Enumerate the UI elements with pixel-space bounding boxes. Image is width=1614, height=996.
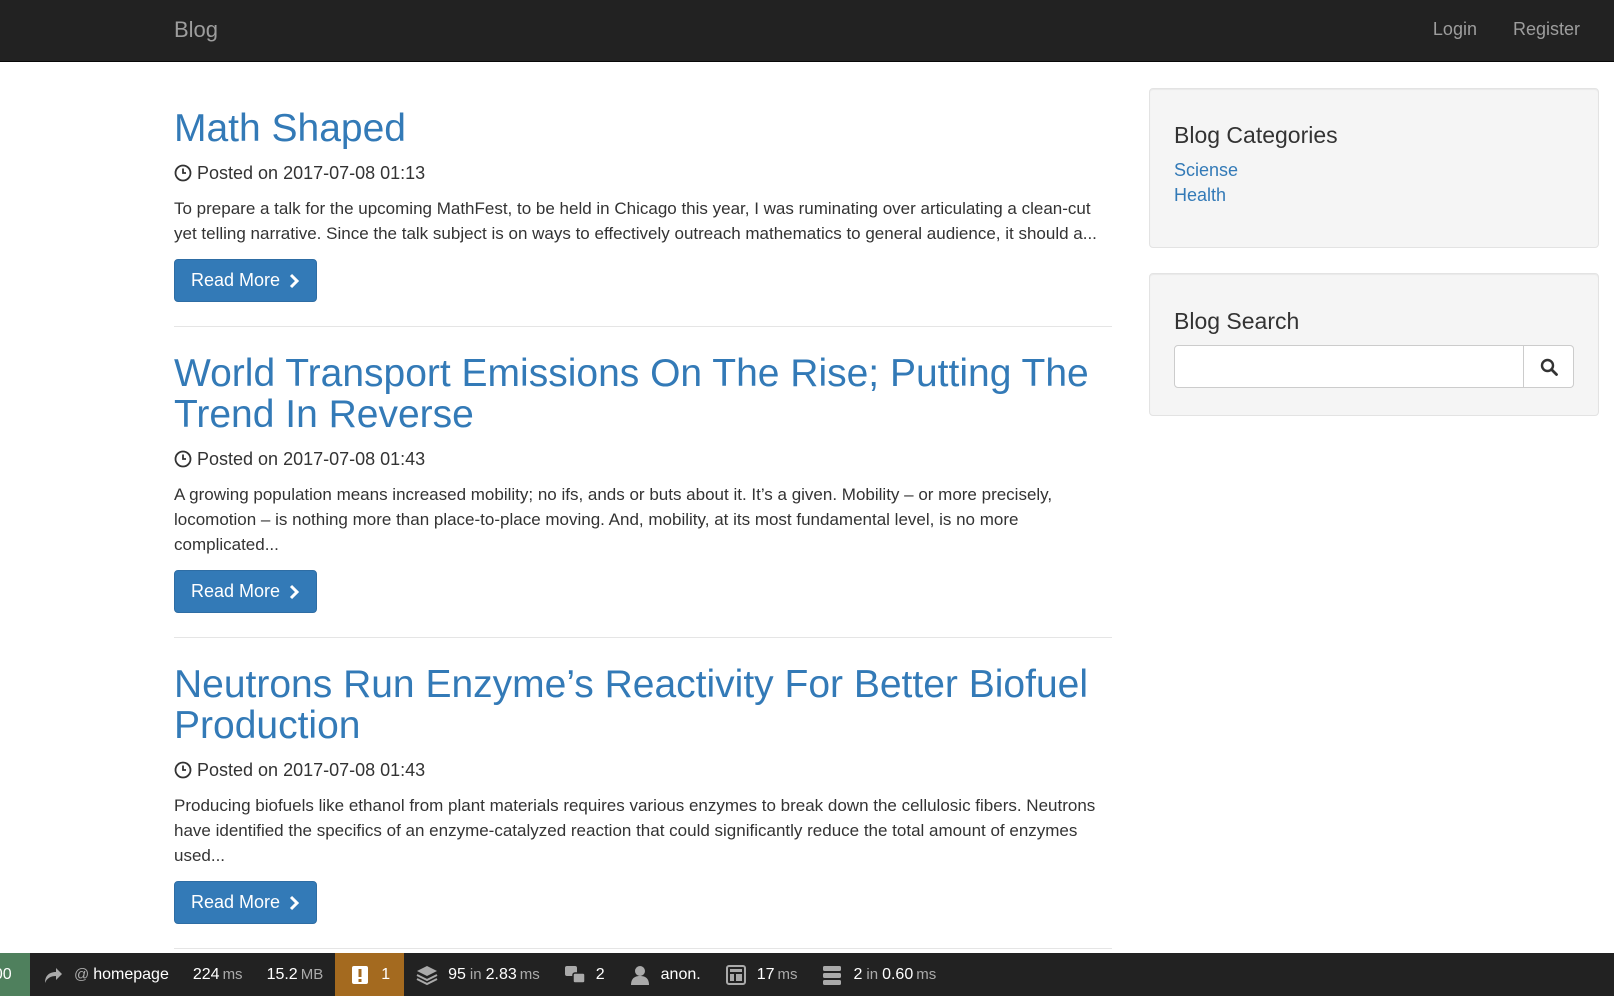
warnings-count: 1 [381,965,391,983]
read-more-button[interactable]: Read More [174,570,318,613]
request-time: 224 [192,965,220,983]
translation-count: 2 [595,965,605,983]
category-list: Sciense Health [1174,158,1574,208]
translation-icon [564,965,586,984]
chevron-right-icon [289,273,300,288]
post-date: Posted on 2017-07-08 01:43 [197,449,426,469]
categories-widget: Blog Categories Sciense Health [1149,88,1599,248]
route-name: homepage [93,965,169,983]
post-list: Math Shaped Posted on 2017-07-08 01:13 T… [174,62,1112,949]
login-link[interactable]: Login [1415,0,1495,62]
post-item: World Transport Emissions On The Rise; P… [174,327,1112,638]
post-item: Neutrons Run Enzyme’s Reactivity For Bet… [174,638,1112,949]
cache-calls: 2 [853,965,863,983]
route-panel[interactable]: @ homepage [30,953,181,996]
time-unit: ms [222,966,243,983]
brand-link[interactable]: Blog [174,17,218,43]
debug-toolbar: 200 @ homepage 224 ms 15.2 MB 1 95 in 2.… [0,953,1614,996]
translation-panel[interactable]: 2 [552,953,617,996]
template-icon [725,964,746,985]
db-time: 2.83 [485,965,517,983]
chevron-right-icon [289,895,300,910]
clock-icon [174,164,192,182]
read-more-label: Read More [191,581,281,601]
server-stack-icon [823,965,842,985]
search-button[interactable] [1524,345,1574,388]
search-input[interactable] [1174,345,1525,388]
post-excerpt: A growing population means increased mob… [174,485,1053,554]
read-more-button[interactable]: Read More [174,259,318,302]
search-widget: Blog Search [1149,273,1599,416]
memory-usage: 15.2 [266,965,298,983]
read-more-label: Read More [191,270,281,290]
read-more-label: Read More [191,892,281,912]
post-title-link[interactable]: World Transport Emissions On The Rise; P… [174,353,1112,435]
post-excerpt: To prepare a talk for the upcoming MathF… [174,199,1097,243]
post-date: Posted on 2017-07-08 01:43 [197,760,426,780]
user-panel[interactable]: anon. [617,953,713,996]
category-link[interactable]: Sciense [1174,158,1574,183]
user-name: anon. [660,965,701,983]
db-query-count: 95 [448,965,466,983]
post-item: Math Shaped Posted on 2017-07-08 01:13 T… [174,62,1112,327]
search-heading: Blog Search [1174,308,1300,334]
twig-time: 17 [756,965,775,983]
twig-panel[interactable]: 17 ms [713,953,810,996]
post-title-link[interactable]: Neutrons Run Enzyme’s Reactivity For Bet… [174,664,1112,746]
post-meta: Posted on 2017-07-08 01:13 [174,161,1112,185]
read-more-button[interactable]: Read More [174,881,318,924]
post-meta: Posted on 2017-07-08 01:43 [174,447,1112,471]
user-icon [630,965,649,985]
cache-panel[interactable]: 2 in 0.60 ms [809,953,948,996]
category-link[interactable]: Health [1174,183,1574,208]
db-in-label: in [469,966,482,983]
warnings-panel[interactable]: 1 [335,953,405,996]
post-date: Posted on 2017-07-08 01:13 [197,163,426,183]
time-panel[interactable]: 224 ms [181,953,255,996]
clock-icon [174,761,192,779]
database-panel[interactable]: 95 in 2.83 ms [404,953,552,996]
post-title-link[interactable]: Math Shaped [174,108,1112,149]
nav-right: Login Register [1415,0,1614,62]
search-group [1174,345,1574,388]
search-icon [1540,358,1558,376]
clock-icon [174,450,192,468]
warning-icon [352,965,369,984]
post-excerpt: Producing biofuels like ethanol from pla… [174,796,1096,865]
redirect-arrow-icon [45,967,62,983]
database-layers-icon [416,965,438,985]
twig-unit: ms [777,966,798,983]
post-meta: Posted on 2017-07-08 01:43 [174,758,1112,782]
route-prefix: @ [74,966,90,983]
cache-in-label: in [866,966,879,983]
chevron-right-icon [289,584,300,599]
top-navbar: Blog Login Register [0,0,1614,62]
cache-unit: ms [916,966,937,983]
db-unit: ms [519,966,540,983]
status-code[interactable]: 200 [0,953,30,996]
memory-unit: MB [300,966,324,983]
cache-time: 0.60 [882,965,914,983]
categories-heading: Blog Categories [1174,122,1338,148]
memory-panel[interactable]: 15.2 MB [255,953,336,996]
register-link[interactable]: Register [1495,0,1614,62]
